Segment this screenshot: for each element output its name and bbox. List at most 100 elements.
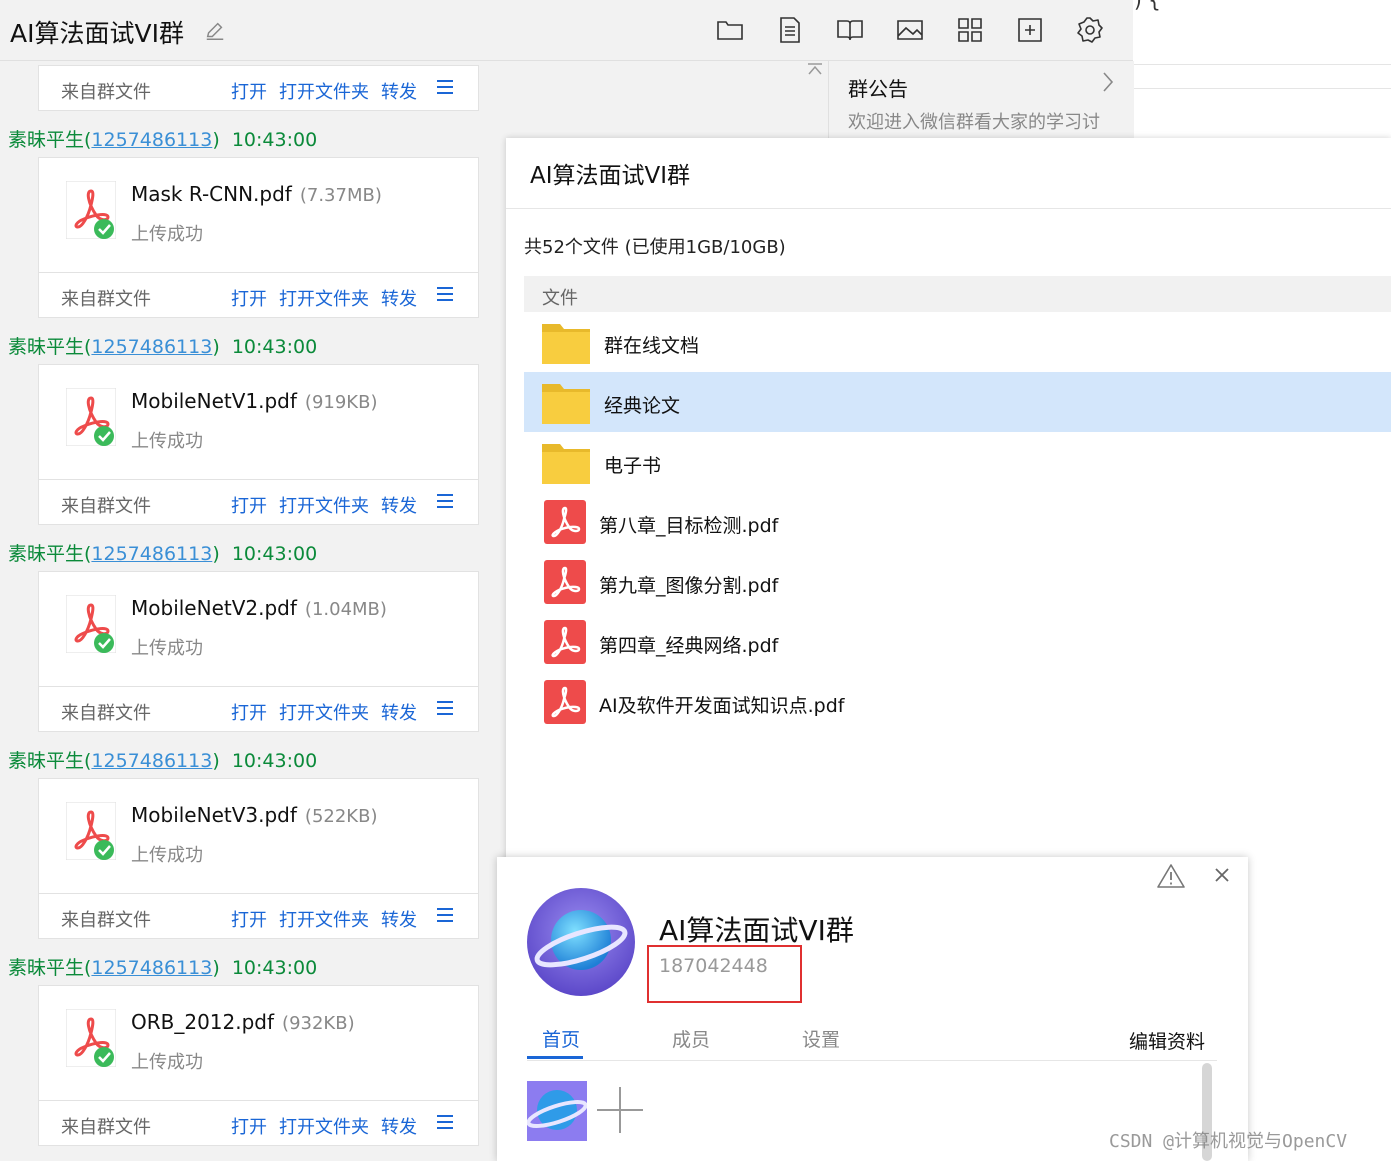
forward-link[interactable]: 转发 xyxy=(381,1113,417,1139)
folder-icon[interactable] xyxy=(715,15,745,45)
open-link[interactable]: 打开 xyxy=(231,78,267,104)
file-source: 来自群文件 xyxy=(61,496,151,517)
file-name: MobileNetV1.pdf (919KB) xyxy=(131,389,378,413)
chat-messages[interactable]: 来自群文件 打开 打开文件夹 转发 素昧平生(1257486113) 10:43… xyxy=(0,61,500,1161)
open-link[interactable]: 打开 xyxy=(231,699,267,725)
chat-header: AI算法面试VI群 xyxy=(0,0,1133,61)
menu-icon[interactable] xyxy=(436,78,454,96)
warning-icon[interactable] xyxy=(1156,863,1186,889)
file-source: 来自群文件 xyxy=(61,910,151,931)
pdf-icon xyxy=(544,500,586,544)
edit-profile-button[interactable]: 编辑资料 xyxy=(1129,1027,1205,1054)
open-folder-link[interactable]: 打开文件夹 xyxy=(279,78,369,104)
edit-pencil-icon[interactable] xyxy=(204,20,226,42)
forward-link[interactable]: 转发 xyxy=(381,285,417,311)
group-avatar[interactable] xyxy=(527,888,635,996)
menu-icon[interactable] xyxy=(436,699,454,717)
pdf-file-icon xyxy=(66,802,116,860)
file-footer: 来自群文件 打开 打开文件夹 转发 xyxy=(38,272,479,318)
sender-qq-link[interactable]: 1257486113 xyxy=(91,129,212,151)
file-column-header[interactable]: 文件 xyxy=(524,276,1391,312)
open-link[interactable]: 打开 xyxy=(231,1113,267,1139)
announcement-title: 群公告 xyxy=(848,77,908,101)
message-sender: 素昧平生(1257486113) 10:43:00 xyxy=(8,129,318,151)
open-link[interactable]: 打开 xyxy=(231,492,267,518)
menu-icon[interactable] xyxy=(436,285,454,303)
sender-qq-link[interactable]: 1257486113 xyxy=(91,336,212,358)
menu-icon[interactable] xyxy=(436,492,454,510)
file-source: 来自群文件 xyxy=(61,1117,151,1138)
message-time: 10:43:00 xyxy=(231,543,318,565)
menu-icon[interactable] xyxy=(436,1113,454,1131)
tab-home[interactable]: 首页 xyxy=(542,1025,580,1052)
add-box-icon[interactable] xyxy=(1015,15,1045,45)
message-time: 10:43:00 xyxy=(231,336,318,358)
document-icon[interactable] xyxy=(775,15,805,45)
forward-link[interactable]: 转发 xyxy=(381,699,417,725)
forward-link[interactable]: 转发 xyxy=(381,78,417,104)
file-name: MobileNetV3.pdf (522KB) xyxy=(131,803,378,827)
image-icon[interactable] xyxy=(895,15,925,45)
file-name: ORB_2012.pdf (932KB) xyxy=(131,1010,355,1034)
forward-link[interactable]: 转发 xyxy=(381,492,417,518)
file-count: 共52个文件 (已使用1GB/10GB) xyxy=(524,237,786,258)
file-card[interactable]: MobileNetV2.pdf (1.04MB) 上传成功 xyxy=(38,571,479,686)
file-footer: 来自群文件 打开 打开文件夹 转发 xyxy=(38,1100,479,1146)
file-row-name: 第四章_经典网络.pdf xyxy=(599,635,779,657)
file-card[interactable]: MobileNetV3.pdf (522KB) 上传成功 xyxy=(38,778,479,893)
open-link[interactable]: 打开 xyxy=(231,906,267,932)
file-source: 来自群文件 xyxy=(61,703,151,724)
file-row-selected[interactable]: 经典论文 xyxy=(524,372,1391,432)
file-footer: 来自群文件 打开 打开文件夹 转发 xyxy=(38,479,479,525)
divider xyxy=(527,1060,1217,1061)
add-photo-icon[interactable] xyxy=(595,1085,645,1135)
files-panel-title: AI算法面试VI群 xyxy=(530,163,691,189)
file-footer: 来自群文件 打开 打开文件夹 转发 xyxy=(38,65,479,111)
gear-icon[interactable] xyxy=(1075,15,1105,45)
file-row[interactable]: 第九章_图像分割.pdf xyxy=(524,552,1391,612)
highlight-box xyxy=(647,945,802,1003)
file-row-name: 第九章_图像分割.pdf xyxy=(599,575,779,597)
file-footer: 来自群文件 打开 打开文件夹 转发 xyxy=(38,893,479,939)
file-card[interactable]: ORB_2012.pdf (932KB) 上传成功 xyxy=(38,985,479,1100)
pdf-file-icon xyxy=(66,388,116,446)
tab-members[interactable]: 成员 xyxy=(672,1025,710,1052)
file-card[interactable]: Mask R-CNN.pdf (7.37MB) 上传成功 xyxy=(38,157,479,272)
file-size: (1.04MB) xyxy=(304,599,387,620)
upload-status: 上传成功 xyxy=(131,638,203,659)
message-sender: 素昧平生(1257486113) 10:43:00 xyxy=(8,957,318,979)
apps-icon[interactable] xyxy=(955,15,985,45)
open-folder-link[interactable]: 打开文件夹 xyxy=(279,699,369,725)
menu-icon[interactable] xyxy=(436,906,454,924)
file-size: (522KB) xyxy=(304,806,378,827)
chevron-right-icon[interactable] xyxy=(1101,71,1115,93)
collapse-up-icon[interactable] xyxy=(806,62,824,76)
open-folder-link[interactable]: 打开文件夹 xyxy=(279,906,369,932)
group-photo-thumb[interactable] xyxy=(527,1081,587,1141)
pdf-file-icon xyxy=(66,595,116,653)
sender-qq-link[interactable]: 1257486113 xyxy=(91,543,212,565)
folder-icon xyxy=(542,444,590,484)
file-row[interactable]: 第八章_目标检测.pdf xyxy=(524,492,1391,552)
open-folder-link[interactable]: 打开文件夹 xyxy=(279,492,369,518)
open-link[interactable]: 打开 xyxy=(231,285,267,311)
group-announcement[interactable]: 群公告 欢迎进入微信群看大家的学习讨 xyxy=(828,61,1134,141)
folder-icon xyxy=(542,384,590,424)
tab-settings[interactable]: 设置 xyxy=(802,1025,840,1052)
file-card[interactable]: MobileNetV1.pdf (919KB) 上传成功 xyxy=(38,364,479,479)
sender-qq-link[interactable]: 1257486113 xyxy=(91,750,212,772)
forward-link[interactable]: 转发 xyxy=(381,906,417,932)
pdf-icon xyxy=(544,560,586,604)
divider xyxy=(1133,64,1391,65)
column-label: 文件 xyxy=(542,288,578,309)
close-icon[interactable] xyxy=(1214,867,1230,883)
file-row[interactable]: 电子书 xyxy=(524,432,1391,492)
book-icon[interactable] xyxy=(835,15,865,45)
sender-qq-link[interactable]: 1257486113 xyxy=(91,957,212,979)
open-folder-link[interactable]: 打开文件夹 xyxy=(279,285,369,311)
file-row[interactable]: AI及软件开发面试知识点.pdf xyxy=(524,672,1391,732)
file-row[interactable]: 第四章_经典网络.pdf xyxy=(524,612,1391,672)
upload-status: 上传成功 xyxy=(131,431,203,452)
file-row[interactable]: 群在线文档 xyxy=(524,312,1391,372)
open-folder-link[interactable]: 打开文件夹 xyxy=(279,1113,369,1139)
